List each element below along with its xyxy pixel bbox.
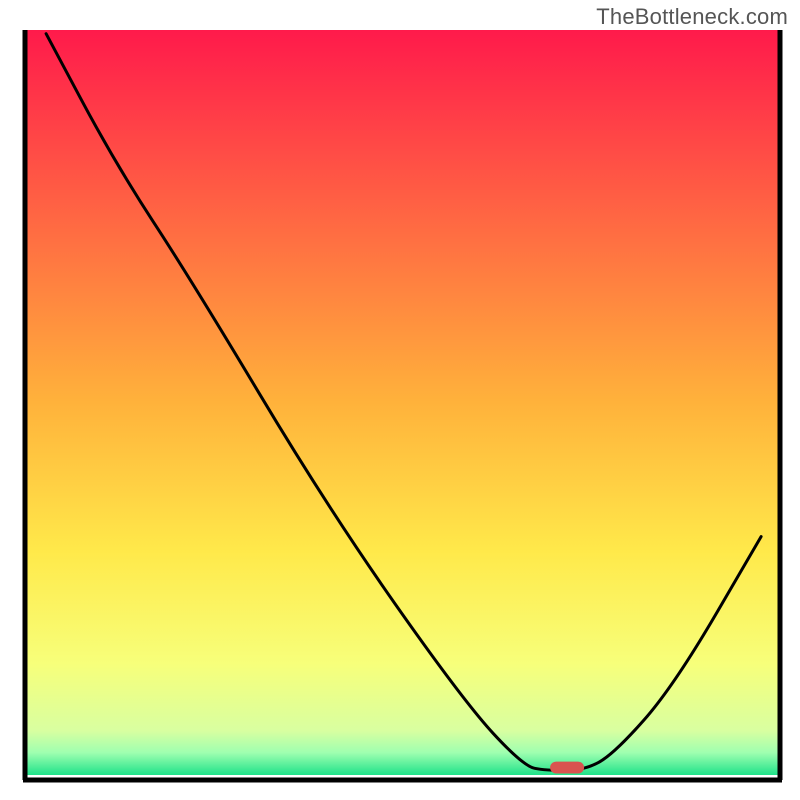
optimum-marker <box>550 762 584 774</box>
bottleneck-chart <box>0 0 800 800</box>
watermark-text: TheBottleneck.com <box>596 4 788 30</box>
chart-container: TheBottleneck.com <box>0 0 800 800</box>
plot-background <box>25 30 780 775</box>
